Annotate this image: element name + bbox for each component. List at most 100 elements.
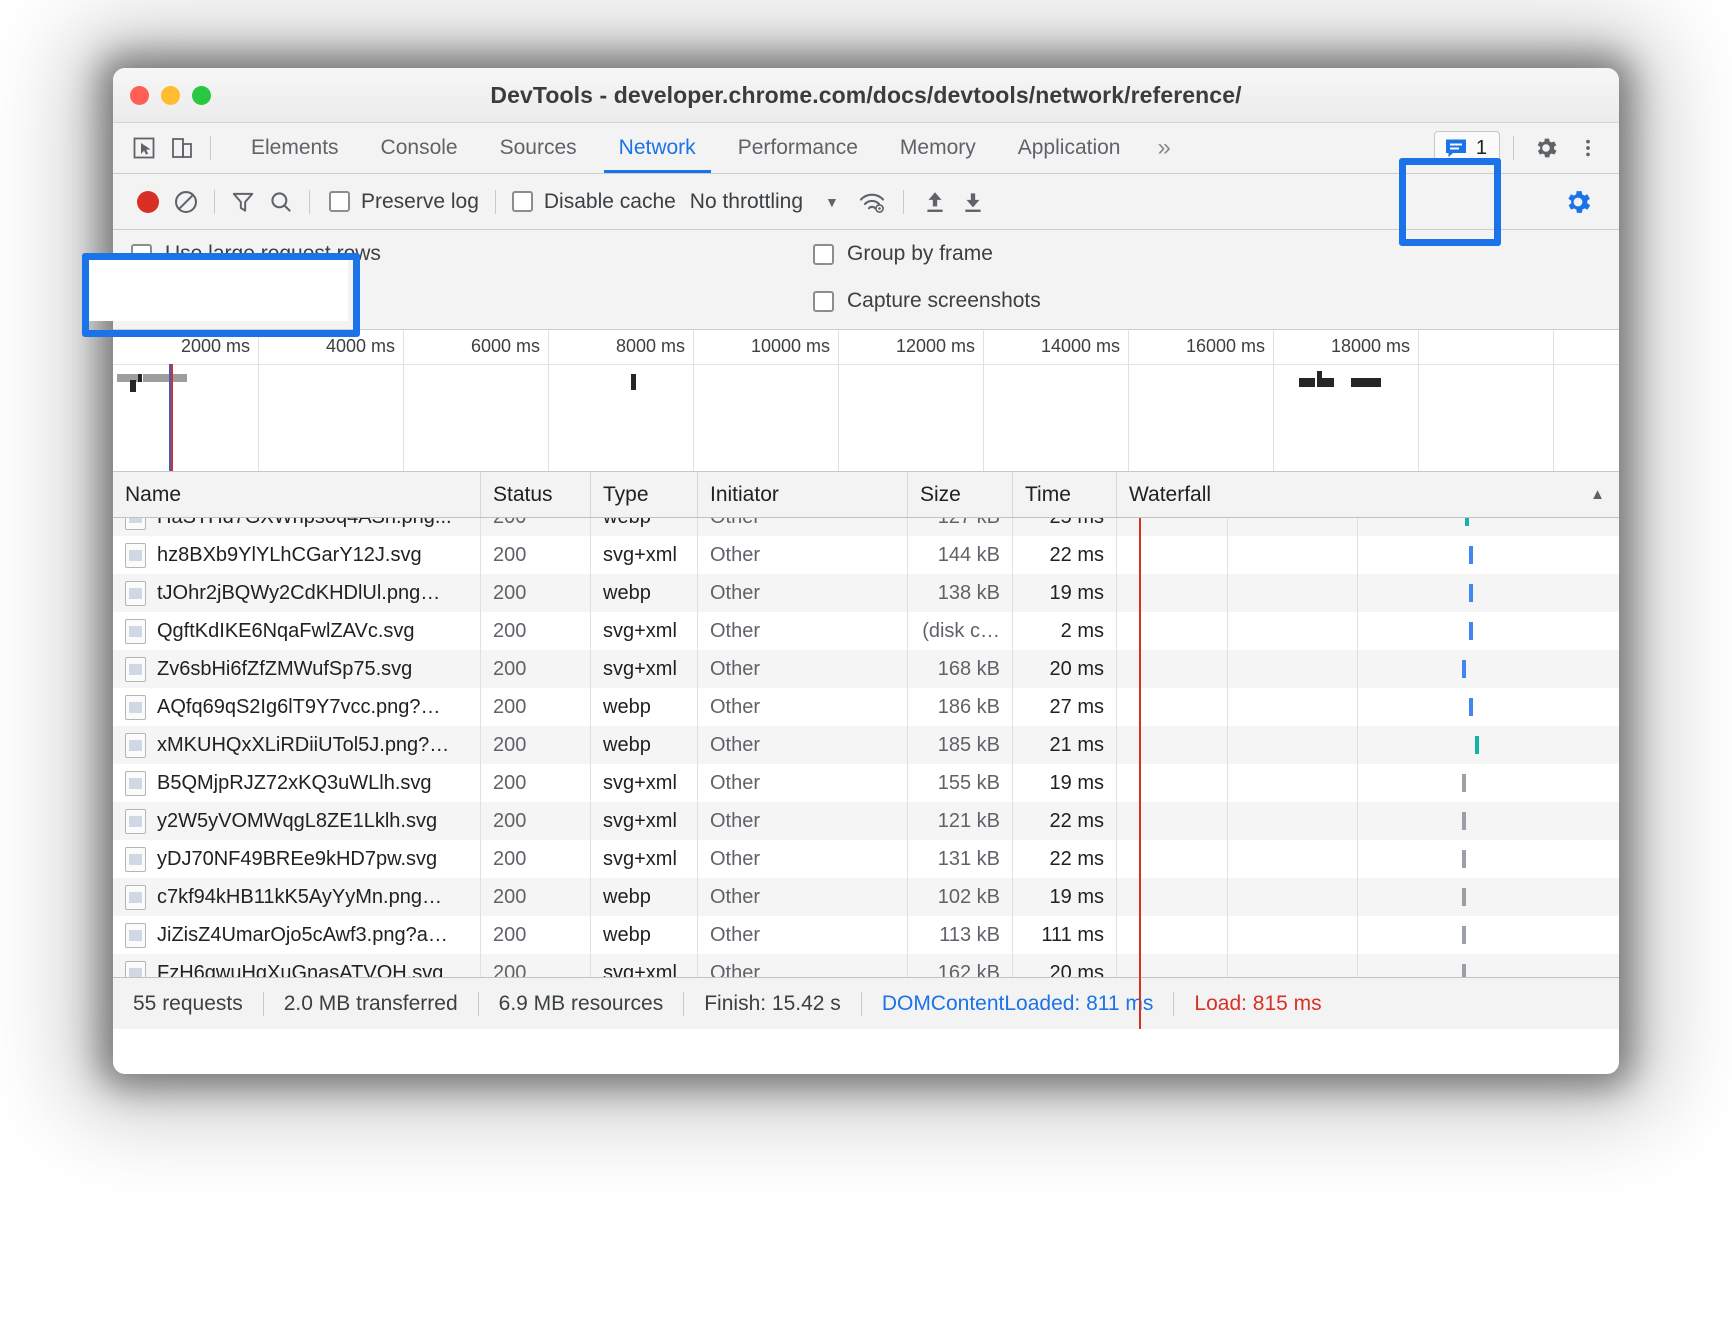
cell-size: 113 kB — [908, 916, 1013, 954]
waterfall-gridline — [1227, 802, 1228, 840]
waterfall-gridline — [1357, 688, 1358, 726]
import-har-icon[interactable] — [916, 183, 954, 221]
overview-request-bar — [143, 374, 187, 382]
cell-name: yDJ70NF49BREe9kHD7pw.svg — [113, 840, 481, 878]
waterfall-load-marker — [1139, 916, 1141, 954]
overview-gridline — [403, 330, 404, 471]
waterfall-gridline — [1227, 916, 1228, 954]
tab-sources[interactable]: Sources — [479, 123, 598, 173]
disable-cache-checkbox[interactable]: Disable cache — [511, 190, 676, 214]
toolbar-divider — [210, 136, 211, 160]
table-row[interactable]: yDJ70NF49BREe9kHD7pw.svg 200 svg+xml Other 1… — [113, 840, 1619, 878]
cell-size: 121 kB — [908, 802, 1013, 840]
cell-type: webp — [591, 878, 698, 916]
requests-table-header: Name Status Type Initiator Size Time Wat… — [113, 472, 1619, 518]
record-button[interactable] — [129, 183, 167, 221]
preserve-log-checkbox[interactable]: Preserve log — [329, 190, 479, 214]
export-har-icon[interactable] — [954, 183, 992, 221]
overview-request-bar — [138, 374, 142, 382]
overview-tick-label: 6000 ms — [470, 336, 540, 356]
waterfall-bar — [1462, 774, 1466, 792]
cell-status: 200 — [481, 840, 591, 878]
status-load: Load: 815 ms — [1194, 991, 1322, 1015]
tab-console[interactable]: Console — [360, 123, 479, 173]
window-titlebar: DevTools - developer.chrome.com/docs/dev… — [113, 68, 1619, 123]
overview-tick-label: 12000 ms — [895, 336, 975, 356]
cell-size: 186 kB — [908, 688, 1013, 726]
more-tabs-chevron-icon[interactable]: » — [1141, 134, 1186, 162]
column-header-type[interactable]: Type — [591, 472, 698, 517]
clear-button[interactable] — [167, 183, 205, 221]
request-name: Zv6sbHi6fZfZMWufSp75.svg — [157, 657, 413, 680]
file-type-icon — [125, 618, 146, 644]
status-finish: Finish: 15.42 s — [704, 991, 841, 1015]
column-header-status[interactable]: Status — [481, 472, 591, 517]
table-row[interactable]: AQfq69qS2Ig6lT9Y7vcc.png?… 200 webp Other 18… — [113, 688, 1619, 726]
file-type-icon — [125, 542, 146, 568]
waterfall-gridline — [1227, 574, 1228, 612]
record-dot-icon — [137, 190, 159, 213]
overview-request-bar — [631, 374, 636, 390]
network-settings-gear-icon[interactable] — [1559, 183, 1597, 221]
capture-screenshots-box[interactable] — [813, 290, 834, 312]
tab-network[interactable]: Network — [598, 123, 717, 173]
network-overview-timeline[interactable]: 2000 ms 4000 ms 6000 ms 8000 ms 10000 ms… — [113, 330, 1619, 472]
overview-gridline — [548, 330, 549, 471]
waterfall-load-marker — [1139, 764, 1141, 802]
issues-button[interactable]: 1 — [1433, 131, 1500, 165]
table-row[interactable]: xMKUHQxXLiRDiiUTol5J.png?… 200 webp Other 18… — [113, 726, 1619, 764]
request-name: B5QMjpRJZ72xKQ3uWLlh.svg — [157, 771, 432, 794]
table-row[interactable]: hz8BXb9YlYLhCGarY12J.svg 200 svg+xml Other 1… — [113, 536, 1619, 574]
file-type-icon — [125, 518, 146, 530]
tab-application[interactable]: Application — [997, 123, 1142, 173]
tab-elements[interactable]: Elements — [230, 123, 360, 173]
inspect-element-icon[interactable] — [125, 129, 163, 167]
table-row[interactable]: B5QMjpRJZ72xKQ3uWLlh.svg 200 svg+xml Other 1… — [113, 764, 1619, 802]
column-header-waterfall-label: Waterfall — [1129, 482, 1212, 506]
cell-waterfall — [1117, 916, 1619, 954]
column-header-name[interactable]: Name — [113, 472, 481, 517]
gear-icon[interactable] — [1527, 129, 1565, 167]
cell-size: 127 kB — [908, 518, 1013, 536]
tab-memory[interactable]: Memory — [879, 123, 997, 173]
network-status-bar: 55 requests 2.0 MB transferred 6.9 MB re… — [113, 977, 1619, 1029]
cell-status: 200 — [481, 726, 591, 764]
column-header-time[interactable]: Time — [1013, 472, 1117, 517]
table-row[interactable]: y2W5yVOMWqgL8ZE1Lklh.svg 200 svg+xml Other 1… — [113, 802, 1619, 840]
cell-type: webp — [591, 688, 698, 726]
capture-screenshots-checkbox[interactable]: Capture screenshots — [813, 289, 1041, 313]
group-by-frame-box[interactable] — [813, 243, 834, 265]
tab-label: Application — [1017, 136, 1121, 159]
cell-size: 131 kB — [908, 840, 1013, 878]
table-row[interactable]: JiZisZ4UmarOjo5cAwf3.png?a… 200 webp Other 1… — [113, 916, 1619, 954]
filter-icon[interactable] — [224, 183, 262, 221]
device-toolbar-icon[interactable] — [163, 129, 201, 167]
table-row[interactable]: HaSTHd7GXWnpsoq4ASn.png... 200webpOther12… — [113, 518, 1619, 536]
waterfall-gridline — [1227, 518, 1228, 536]
status-transferred: 2.0 MB transferred — [283, 991, 458, 1015]
network-conditions-icon[interactable] — [853, 183, 891, 221]
waterfall-load-marker — [1139, 688, 1141, 726]
table-row[interactable]: QgftKdIKE6NqaFwlZAVc.svg 200 svg+xml Other(… — [113, 612, 1619, 650]
show-overview-highlight-backdrop — [88, 259, 348, 321]
cell-time: 22 ms — [1013, 840, 1117, 878]
search-icon[interactable] — [262, 183, 300, 221]
group-by-frame-checkbox[interactable]: Group by frame — [813, 242, 993, 266]
throttling-select[interactable]: No throttling ▼ — [690, 190, 839, 214]
cell-size: 168 kB — [908, 650, 1013, 688]
cell-time: 19 ms — [1013, 764, 1117, 802]
disable-cache-box[interactable] — [511, 191, 533, 212]
cell-type: webp — [591, 518, 698, 536]
column-header-waterfall[interactable]: Waterfall ▲ — [1117, 472, 1619, 517]
column-header-size[interactable]: Size — [908, 472, 1013, 517]
chevron-down-icon[interactable]: ▼ — [825, 194, 839, 210]
tab-performance[interactable]: Performance — [717, 123, 879, 173]
preserve-log-box[interactable] — [329, 191, 350, 212]
cell-waterfall — [1117, 612, 1619, 650]
waterfall-gridline — [1227, 840, 1228, 878]
table-row[interactable]: Zv6sbHi6fZfZMWufSp75.svg 200 svg+xml Other 1… — [113, 650, 1619, 688]
more-vertical-icon[interactable] — [1569, 129, 1607, 167]
table-row[interactable]: tJOhr2jBQWy2CdKHDlUl.png… 200 webp Other 138… — [113, 574, 1619, 612]
table-row[interactable]: c7kf94kHB11kK5AyYyMn.png… 200 webp Other 102… — [113, 878, 1619, 916]
column-header-initiator[interactable]: Initiator — [698, 472, 908, 517]
